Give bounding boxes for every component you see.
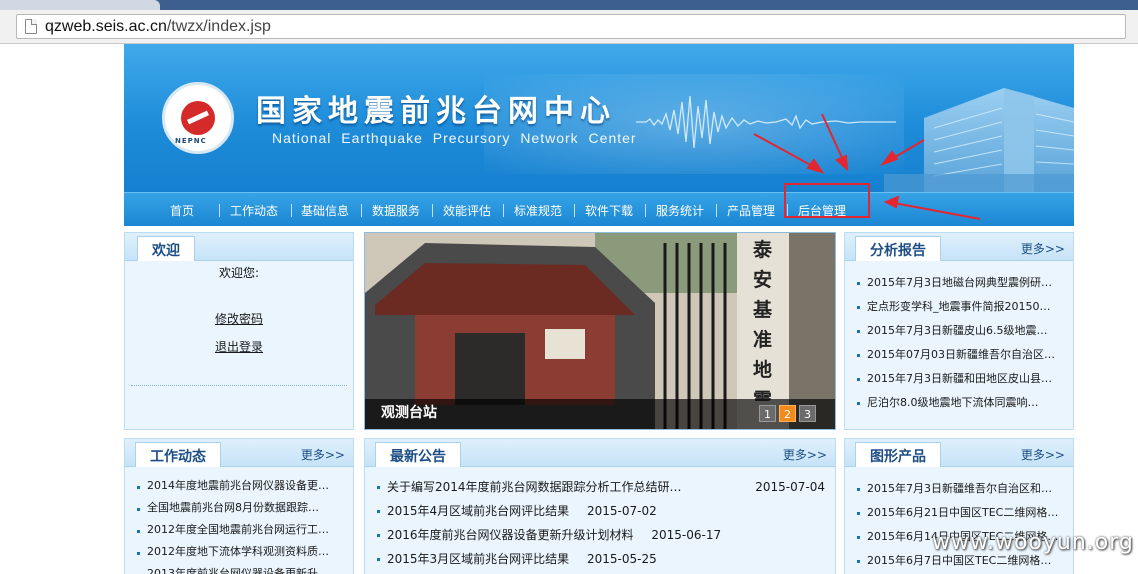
notice-date: 2015-05-25 (587, 552, 657, 566)
welcome-panel-title: 欢迎 (137, 236, 195, 261)
analysis-more-link[interactable]: 更多>> (1021, 240, 1065, 257)
list-item[interactable]: 2015年7月3日新疆和田地区皮山县… (845, 367, 1073, 391)
address-bar: qzweb.seis.ac.cn/twzx/index.jsp (0, 10, 1138, 44)
welcome-greeting: 欢迎您: (218, 266, 260, 280)
list-item[interactable]: 2015年7月3日新疆维吾尔自治区和… (845, 477, 1073, 501)
list-item[interactable]: 关于编写2014年度前兆台网数据跟踪分析工作总结研… 2015-07-04 (365, 475, 835, 499)
annotation-arrows-icon (753, 113, 925, 174)
site: NEPNC 国家地震前兆台网中心 National Earthquake Pre… (124, 44, 1074, 574)
analysis-list: 2015年7月3日地磁台网典型震例研… 定点形变学科_地震事件简报20150… … (845, 271, 1073, 415)
url-text: qzweb.seis.ac.cn/twzx/index.jsp (45, 18, 271, 36)
notice-date: 2015-07-04 (755, 480, 825, 494)
notices-more-link[interactable]: 更多>> (783, 446, 827, 463)
notices-list: 关于编写2014年度前兆台网数据跟踪分析工作总结研… 2015-07-04 20… (365, 475, 835, 571)
list-item[interactable]: 尼泊尔8.0级地震地下流体同震响… (845, 391, 1073, 415)
nav-item-evaluation[interactable]: 效能评估 (443, 202, 491, 219)
graphics-panel-header: 图形产品 更多>> (845, 439, 1073, 467)
page-icon (25, 19, 37, 34)
url-input[interactable]: qzweb.seis.ac.cn/twzx/index.jsp (16, 14, 1126, 39)
admin-highlight-box (784, 183, 870, 218)
list-item[interactable]: 定点形变学科_地震事件简报20150… (845, 295, 1073, 319)
analysis-panel-title: 分析报告 (855, 236, 941, 261)
nav-item-basic-info[interactable]: 基础信息 (301, 202, 349, 219)
nav-item-downloads[interactable]: 软件下载 (585, 202, 633, 219)
list-item[interactable]: 2015年6月21日中国区TEC二维网格… (845, 501, 1073, 525)
notices-panel-header: 最新公告 更多>> (365, 439, 835, 467)
notice-title: 关于编写2014年度前兆台网数据跟踪分析工作总结研… (387, 480, 682, 494)
url-path: /twzx/index.jsp (166, 18, 271, 35)
annotation-arrow-icon (883, 195, 981, 220)
nav-divider (291, 204, 292, 217)
notice-date: 2015-07-02 (587, 504, 657, 518)
logout-link[interactable]: 退出登录 (125, 338, 353, 355)
graphics-more-link[interactable]: 更多>> (1021, 446, 1065, 463)
nav-divider (645, 204, 646, 217)
notice-date: 2015-06-17 (651, 528, 722, 542)
work-panel-header: 工作动态 更多>> (125, 439, 353, 467)
nav-item-standards[interactable]: 标准规范 (514, 202, 562, 219)
slide-page-3[interactable]: 3 (799, 405, 816, 422)
nav-divider (716, 204, 717, 217)
list-item[interactable]: 2015年7月3日地磁台网典型震例研… (845, 271, 1073, 295)
welcome-panel-header: 欢迎 (125, 233, 353, 261)
list-item[interactable]: 2016年度前兆台网仪器设备更新升级计划材料 2015-06-17 (365, 523, 835, 547)
nav-divider (219, 204, 220, 217)
slide-page-1[interactable]: 1 (759, 405, 776, 422)
slide-caption: 观测台站 (381, 405, 437, 421)
list-item[interactable]: 2012年度全国地震前兆台网运行工… (125, 519, 353, 541)
site-banner: NEPNC 国家地震前兆台网中心 National Earthquake Pre… (124, 44, 1074, 192)
url-host: qzweb.seis.ac.cn (45, 18, 167, 35)
nav-item-data-service[interactable]: 数据服务 (372, 202, 420, 219)
list-item[interactable]: 2013年度前兆台网仪器设备更新升… (125, 563, 353, 574)
nav-divider (361, 204, 362, 217)
nav-divider (503, 204, 504, 217)
list-item[interactable]: 全国地震前兆台网8月份数据跟踪… (125, 497, 353, 519)
list-item[interactable]: 2012年度地下流体学科观测资料质… (125, 541, 353, 563)
watermark: www.wooyun.org (932, 530, 1134, 555)
nav-item-home[interactable]: 首页 (170, 202, 194, 219)
nav-divider (432, 204, 433, 217)
list-item[interactable]: 2015年3月区域前兆台网评比结果 2015-05-25 (365, 547, 835, 571)
list-item[interactable]: 2015年07月03日新疆维吾尔自治区… (845, 343, 1073, 367)
list-item[interactable]: 2015年4月区域前兆台网评比结果 2015-07-02 (365, 499, 835, 523)
graphics-list: 2015年7月3日新疆维吾尔自治区和… 2015年6月21日中国区TEC二维网格… (845, 477, 1073, 573)
welcome-panel: 欢迎 欢迎您: 修改密码 退出登录 (124, 232, 354, 430)
browser-tab[interactable] (0, 0, 160, 10)
notices-panel: 最新公告 更多>> 关于编写2014年度前兆台网数据跟踪分析工作总结研… 201… (364, 438, 836, 574)
slide-page-2[interactable]: 2 (779, 405, 796, 422)
station-slideshow[interactable]: 泰安基准地震台 观测台站 1 2 3 (364, 232, 836, 430)
browser-tab-strip (0, 0, 1138, 10)
nav-item-statistics[interactable]: 服务统计 (656, 202, 704, 219)
analysis-panel-header: 分析报告 更多>> (845, 233, 1073, 261)
work-more-link[interactable]: 更多>> (301, 446, 345, 463)
nav-divider (574, 204, 575, 217)
list-item[interactable]: 2014年度地震前兆台网仪器设备更… (125, 475, 353, 497)
change-password-link[interactable]: 修改密码 (125, 310, 353, 327)
graphics-panel-title: 图形产品 (855, 442, 941, 467)
analysis-panel: 分析报告 更多>> 2015年7月3日地磁台网典型震例研… 定点形变学科_地震事… (844, 232, 1074, 430)
slide-sign-text: 泰安基准地震台 (753, 239, 773, 401)
list-item[interactable]: 2015年7月3日新疆皮山6.5级地震… (845, 319, 1073, 343)
work-panel-title: 工作动态 (135, 442, 221, 467)
notice-title: 2015年4月区域前兆台网评比结果 (387, 504, 570, 518)
work-list: 2014年度地震前兆台网仪器设备更… 全国地震前兆台网8月份数据跟踪… 2012… (125, 475, 353, 574)
notice-title: 2015年3月区域前兆台网评比结果 (387, 552, 570, 566)
nav-item-products[interactable]: 产品管理 (727, 202, 775, 219)
nav-item-work[interactable]: 工作动态 (230, 202, 278, 219)
main-nav: 首页 工作动态 基础信息 数据服务 效能评估 标准规范 软件下载 服务统计 产品… (124, 192, 1074, 226)
work-panel: 工作动态 更多>> 2014年度地震前兆台网仪器设备更… 全国地震前兆台网8月份… (124, 438, 354, 574)
welcome-divider (131, 385, 347, 386)
notices-panel-title: 最新公告 (375, 442, 461, 467)
notice-title: 2016年度前兆台网仪器设备更新升级计划材料 (387, 528, 634, 542)
